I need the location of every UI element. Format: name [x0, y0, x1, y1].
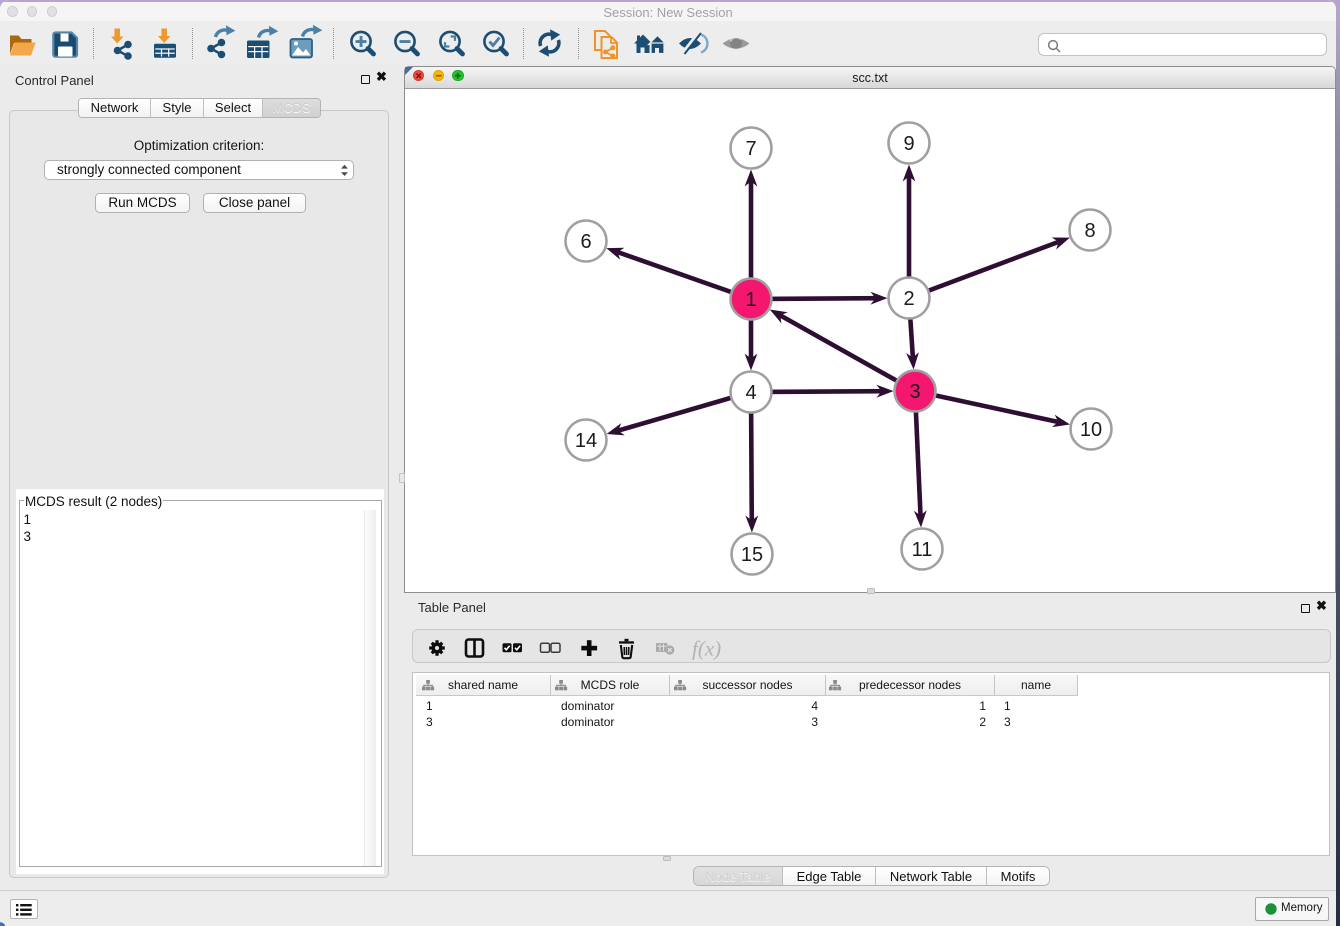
svg-text:1: 1 [745, 289, 756, 311]
svg-text:10: 10 [1080, 419, 1102, 441]
svg-text:4: 4 [745, 382, 756, 404]
svg-text:9: 9 [903, 133, 914, 155]
svg-text:11: 11 [912, 539, 933, 561]
svg-text:6: 6 [580, 231, 591, 253]
svg-text:3: 3 [909, 381, 920, 403]
svg-text:2: 2 [903, 288, 914, 310]
svg-text:15: 15 [741, 544, 763, 566]
svg-text:f(x): f(x) [692, 637, 721, 661]
svg-text:14: 14 [575, 430, 597, 452]
svg-text:7: 7 [745, 138, 756, 160]
svg-text:8: 8 [1084, 220, 1095, 242]
